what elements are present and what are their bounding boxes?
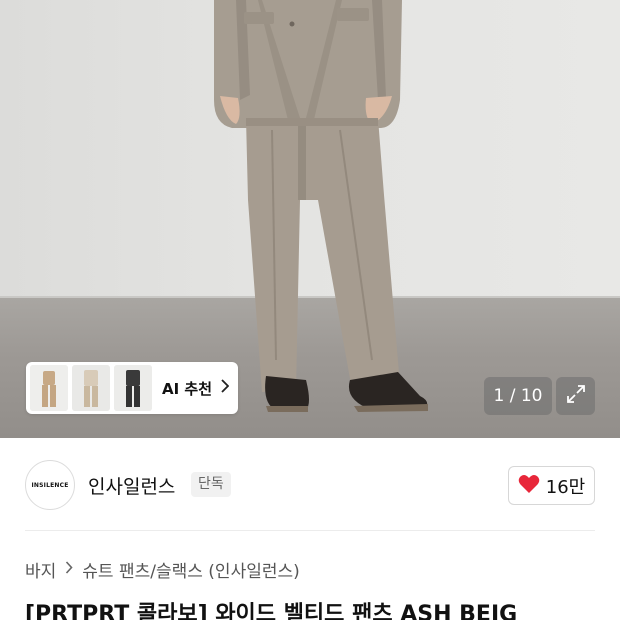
ai-recommend-label: AI 추천: [162, 379, 213, 398]
chevron-right-icon: [220, 379, 230, 397]
brand-logo[interactable]: INSILENCE: [25, 460, 75, 510]
breadcrumb-item-category[interactable]: 바지: [25, 557, 56, 582]
product-page: AI 추천 1 / 10 INSILENCE 인사일런스 단독 16만 바지 슈…: [0, 0, 620, 620]
brand-row: INSILENCE 인사일런스 단독 16만: [25, 460, 595, 510]
chevron-right-icon: [65, 560, 73, 578]
heart-icon: [518, 474, 540, 498]
ai-recommend-button[interactable]: AI 추천: [26, 362, 238, 414]
black-outfit-thumbnail[interactable]: [114, 365, 152, 411]
beige-outfit-thumbnail[interactable]: [30, 365, 68, 411]
like-button[interactable]: 16만: [508, 466, 595, 505]
brand-logo-text: INSILENCE: [31, 481, 69, 489]
divider: [25, 530, 595, 531]
light-outfit-thumbnail[interactable]: [72, 365, 110, 411]
breadcrumb: 바지 슈트 팬츠/슬랙스 (인사일런스): [25, 556, 300, 582]
breadcrumb-item-subcategory[interactable]: 슈트 팬츠/슬랙스 (인사일런스): [82, 557, 299, 582]
like-count: 16만: [545, 476, 586, 498]
expand-icon: [565, 383, 587, 409]
product-image[interactable]: AI 추천 1 / 10: [0, 0, 620, 438]
image-counter: 1 / 10: [484, 377, 552, 415]
expand-image-button[interactable]: [556, 377, 595, 415]
brand-name[interactable]: 인사일런스: [88, 472, 175, 499]
exclusive-badge: 단독: [191, 472, 231, 497]
product-title: [PRTPRT 콜라보] 와이드 벨티드 팬츠 ASH BEIG: [25, 602, 518, 620]
